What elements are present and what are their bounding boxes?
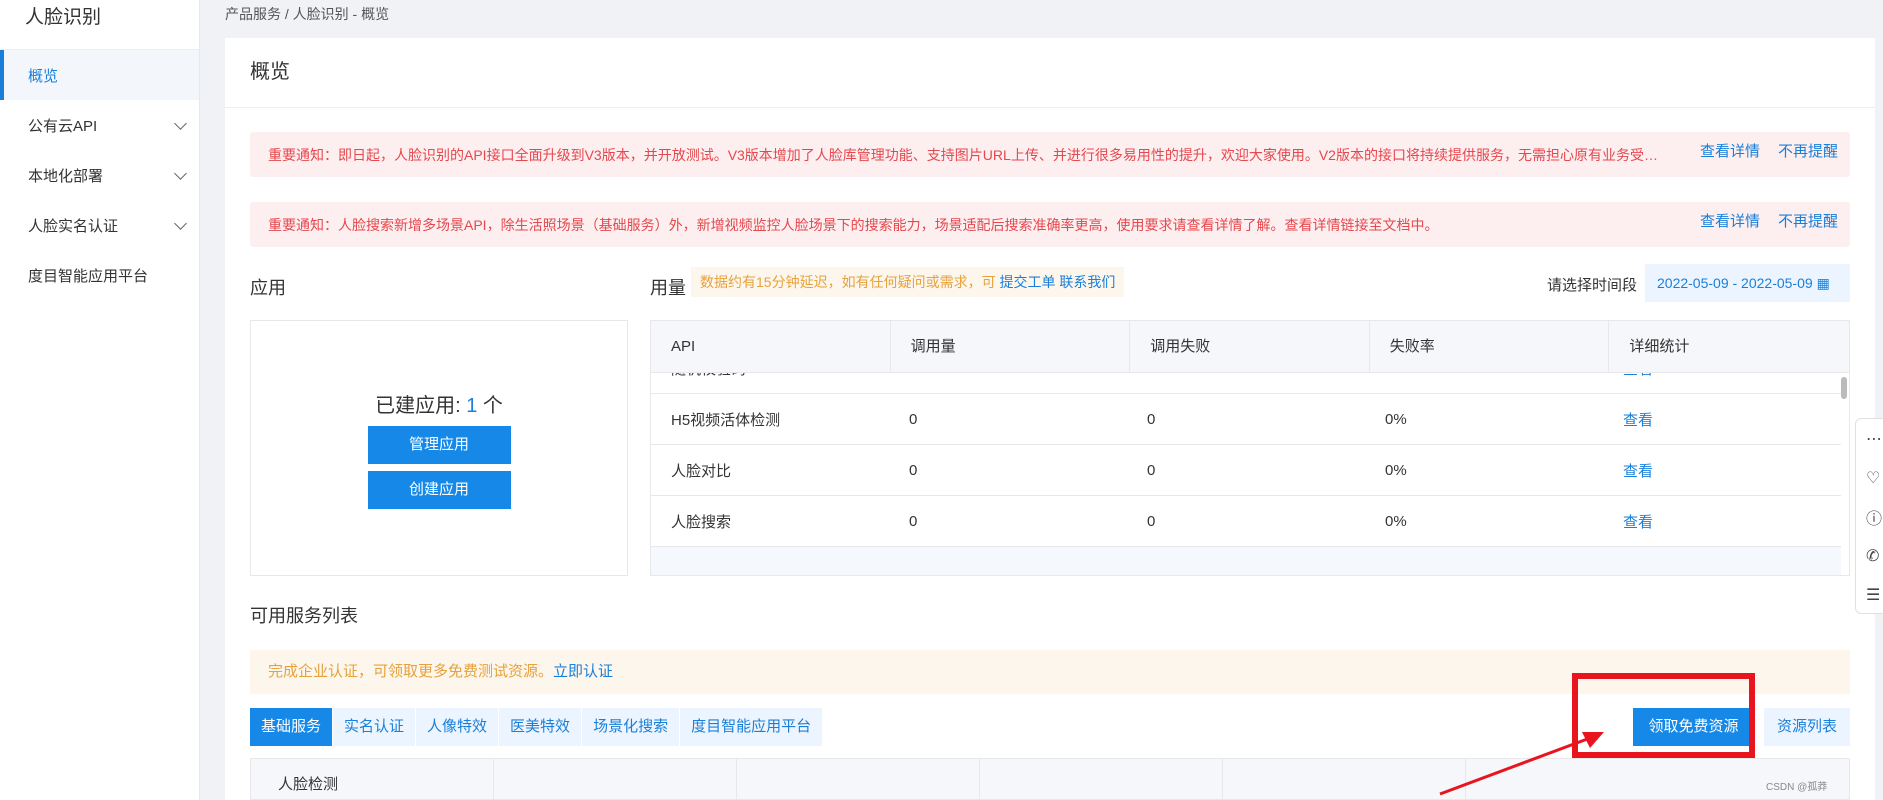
call-count: 0: [909, 512, 918, 530]
notice-text: 重要通知：即日起，人脸识别的API接口全面升级到V3版本，并开放测试。V3版本增…: [268, 146, 1670, 163]
chevron-down-icon: [174, 216, 187, 230]
column-header: 详细统计: [1629, 338, 1690, 355]
sidebar-item-label: 本地化部署: [28, 167, 104, 185]
table-scrollbar[interactable]: [1841, 377, 1847, 399]
delay-note-text: 数据约有15分钟延迟，如有任何疑问或需求，可: [700, 274, 996, 290]
notice-banner: 重要通知：即日起，人脸识别的API接口全面升级到V3版本，并开放测试。V3版本增…: [250, 132, 1850, 177]
sidebar-item-label: 概览: [28, 67, 59, 85]
app-count-label: 已建应用:: [375, 395, 461, 417]
column-header: 调用量: [891, 321, 1131, 372]
column-header: 调用失败: [1130, 321, 1370, 372]
list-icon[interactable]: ☰: [1856, 575, 1883, 614]
submit-ticket-link[interactable]: 提交工单: [999, 274, 1055, 290]
services-heading: 可用服务列表: [250, 606, 358, 626]
call-count: 0: [909, 461, 918, 479]
view-stats-link[interactable]: 查看: [1603, 409, 1841, 430]
certify-now-link[interactable]: 立即认证: [553, 663, 613, 680]
sidebar: 人脸识别 概览 公有云API 本地化部署 人脸实名认证 度目智能应用平台: [0, 0, 200, 800]
tab-medical-beauty[interactable]: 医美特效: [499, 708, 583, 746]
api-name: 人脸搜索: [671, 513, 732, 531]
tab-portrait-effects[interactable]: 人像特效: [416, 708, 500, 746]
resource-list-button[interactable]: 资源列表: [1764, 708, 1850, 746]
phone-icon[interactable]: ✆: [1856, 536, 1883, 575]
fail-rate: 0%: [1385, 461, 1407, 479]
table-row: H5视频活体检测 0 0 0% 查看: [651, 394, 1841, 445]
view-details-link[interactable]: 查看详情: [1700, 213, 1760, 230]
sidebar-item-label: 度目智能应用平台: [28, 267, 149, 285]
more-icon[interactable]: ⋯: [1856, 419, 1883, 458]
notice-text: 重要通知：人脸搜索新增多场景API，除生活照场景（基础服务）外，新增视频监控人脸…: [268, 216, 1439, 233]
watermark: CSDN @孤莽: [1766, 782, 1828, 793]
tab-scene-search[interactable]: 场景化搜索: [582, 708, 681, 746]
dismiss-link[interactable]: 不再提醒: [1778, 143, 1838, 160]
service-table-header: 人脸检测: [250, 758, 1850, 800]
service-name: 人脸检测: [251, 759, 494, 799]
service-cell: [737, 759, 980, 799]
fail-count: 0: [1147, 461, 1156, 479]
sidebar-item-public-cloud-api[interactable]: 公有云API: [0, 100, 199, 150]
view-stats-link[interactable]: 查看: [1603, 460, 1841, 481]
notice-banner: 重要通知：人脸搜索新增多场景API，除生活照场景（基础服务）外，新增视频监控人脸…: [250, 202, 1850, 247]
view-details-link[interactable]: 查看详情: [1700, 143, 1760, 160]
breadcrumb: 产品服务 / 人脸识别 - 概览: [225, 6, 390, 22]
call-count: 0: [909, 410, 918, 428]
create-app-button[interactable]: 创建应用: [367, 471, 511, 509]
dismiss-link[interactable]: 不再提醒: [1778, 213, 1838, 230]
sidebar-item-label: 人脸实名认证: [28, 217, 119, 235]
chevron-down-icon: [174, 116, 187, 130]
app-count-unit: 个: [482, 395, 503, 417]
heart-icon[interactable]: ♡: [1856, 458, 1883, 497]
date-range-value: 2022-05-09 - 2022-05-09: [1657, 275, 1813, 291]
date-range-label: 请选择时间段: [1547, 277, 1638, 294]
usage-heading: 用量: [650, 278, 686, 298]
api-name: 人脸对比: [671, 462, 732, 480]
calendar-icon: ▦: [1816, 275, 1830, 291]
sidebar-item-overview[interactable]: 概览: [0, 50, 199, 100]
apps-heading: 应用: [250, 278, 286, 298]
fail-count: 0: [1147, 512, 1156, 530]
sidebar-title: 人脸识别: [0, 0, 199, 50]
apps-card: 已建应用: 1 个 管理应用 创建应用: [250, 320, 628, 576]
table-row: 人脸对比 0 0 0% 查看: [651, 445, 1841, 496]
service-cell: [1466, 759, 1709, 799]
table-body[interactable]: 随机校验码 0 0 0% 查看 H5视频活体检测 0 0 0% 查看 人脸对比 …: [651, 343, 1841, 575]
service-cell: [980, 759, 1223, 799]
view-stats-link[interactable]: 查看: [1603, 511, 1841, 532]
date-range-picker[interactable]: 2022-05-09 - 2022-05-09 ▦: [1645, 264, 1850, 302]
help-icon[interactable]: ⓘ: [1856, 497, 1883, 536]
app-count: 已建应用: 1 个: [251, 389, 627, 418]
sidebar-item-realname-auth[interactable]: 人脸实名认证: [0, 200, 199, 250]
sidebar-item-label: 公有云API: [28, 117, 98, 135]
service-tabs: 基础服务 实名认证 人像特效 医美特效 场景化搜索 度目智能应用平台: [250, 708, 824, 746]
tab-basic-service[interactable]: 基础服务: [250, 708, 334, 746]
table-row: [651, 547, 1841, 575]
sidebar-item-dumu-platform[interactable]: 度目智能应用平台: [0, 250, 199, 300]
api-name: H5视频活体检测: [671, 411, 781, 429]
chevron-down-icon: [174, 166, 187, 180]
app-count-value: 1: [466, 395, 478, 417]
sidebar-item-local-deploy[interactable]: 本地化部署: [0, 150, 199, 200]
column-header: API: [651, 321, 891, 372]
highlight-box: [1572, 673, 1755, 758]
fail-count: 0: [1147, 410, 1156, 428]
column-header: 失败率: [1370, 321, 1610, 372]
table-header: API 调用量 调用失败 失败率 详细统计: [651, 321, 1849, 373]
fail-rate: 0%: [1385, 512, 1407, 530]
table-row: 人脸搜索 0 0 0% 查看: [651, 496, 1841, 547]
page-title: 概览: [225, 38, 1875, 108]
cert-notice-text: 完成企业认证，可领取更多免费测试资源。: [268, 663, 554, 680]
floating-toolbar: ⋯ ♡ ⓘ ✆ ☰: [1855, 418, 1883, 614]
service-cell: [1223, 759, 1466, 799]
service-cell: [494, 759, 737, 799]
fail-rate: 0%: [1385, 410, 1407, 428]
tab-dumu-platform[interactable]: 度目智能应用平台: [680, 708, 824, 746]
tab-realname-auth[interactable]: 实名认证: [333, 708, 417, 746]
delay-notice: 数据约有15分钟延迟，如有任何疑问或需求，可 提交工单 联系我们: [691, 267, 1125, 297]
manage-apps-button[interactable]: 管理应用: [367, 426, 511, 464]
contact-us-link[interactable]: 联系我们: [1059, 274, 1115, 290]
usage-table: API 调用量 调用失败 失败率 详细统计 随机校验码 0 0 0% 查看 H5…: [650, 320, 1850, 576]
